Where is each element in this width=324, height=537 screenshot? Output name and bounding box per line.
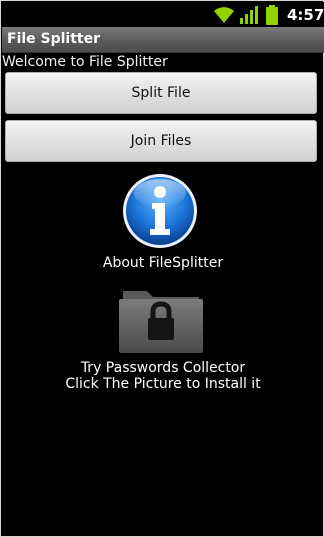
title-bar: File Splitter [2, 27, 324, 53]
promo-subtitle: Click The Picture to Install it [65, 376, 261, 392]
locked-folder-icon [119, 291, 203, 353]
app-screen: 4:57 File Splitter Welcome to File Split… [0, 0, 324, 537]
status-bar: 4:57 [2, 2, 324, 27]
app-title: File Splitter [7, 31, 101, 47]
signal-icon [240, 6, 258, 24]
battery-icon [266, 5, 278, 25]
split-file-button[interactable]: Split File [5, 72, 317, 114]
join-files-button[interactable]: Join Files [5, 120, 317, 162]
about-button[interactable]: About FileSplitter [1, 171, 324, 271]
welcome-text: Welcome to File Splitter [2, 54, 168, 70]
info-icon [123, 174, 197, 248]
about-label: About FileSplitter [102, 255, 224, 271]
install-passwords-collector[interactable]: Try Passwords Collector Click The Pictur… [1, 285, 324, 395]
wifi-icon [214, 7, 234, 23]
status-clock: 4:57 [287, 6, 324, 24]
